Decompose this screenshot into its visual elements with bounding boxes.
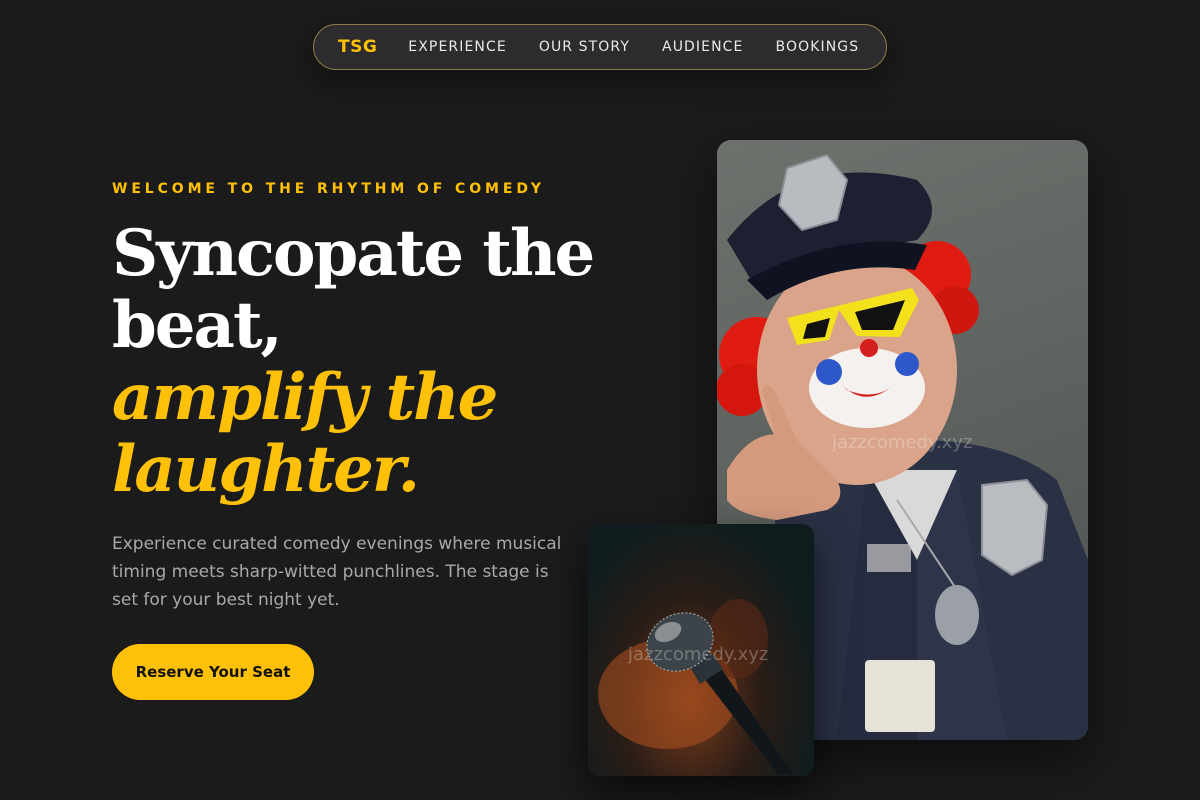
nav-link-our-story[interactable]: OUR STORY [539, 39, 630, 55]
mic-photo-watermark: jazzcomedy.xyz [628, 644, 769, 665]
hero-headline: Syncopate the beat, amplify the laughter… [112, 218, 612, 506]
hero-eyebrow: WELCOME TO THE RHYTHM OF COMEDY [112, 181, 545, 197]
headline-line-2: beat, [112, 288, 283, 363]
nav-link-experience[interactable]: EXPERIENCE [408, 39, 507, 55]
main-photo-watermark: jazzcomedy.xyz [832, 432, 973, 453]
hero-description: Experience curated comedy evenings where… [112, 534, 562, 610]
top-nav: TSG EXPERIENCE OUR STORY AUDIENCE BOOKIN… [313, 24, 887, 70]
reserve-seat-button[interactable]: Reserve Your Seat [112, 644, 314, 700]
microphone-photo: jazzcomedy.xyz [588, 524, 814, 776]
landing-page: TSG EXPERIENCE OUR STORY AUDIENCE BOOKIN… [0, 0, 1200, 800]
nav-link-bookings[interactable]: BOOKINGS [776, 39, 860, 55]
nav-link-audience[interactable]: AUDIENCE [662, 39, 743, 55]
headline-line-1: Syncopate the [112, 216, 595, 291]
brand-logo[interactable]: TSG [338, 37, 377, 57]
headline-accent-line-1: amplify the [112, 360, 498, 435]
headline-accent-line-2: laughter. [112, 432, 420, 507]
